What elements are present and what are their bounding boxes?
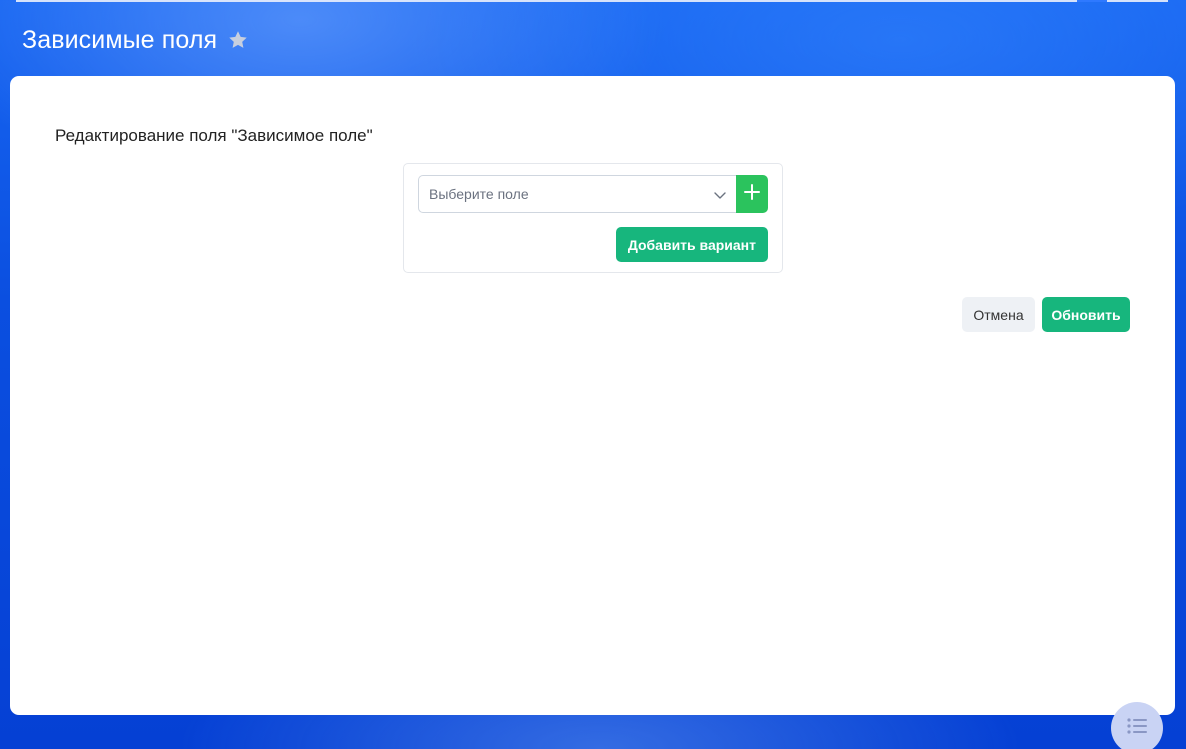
- top-progress-bar: [16, 0, 1168, 2]
- star-icon[interactable]: [227, 29, 249, 51]
- plus-icon: [743, 183, 761, 206]
- variant-box: Выберите поле Добавить вариант: [403, 163, 783, 273]
- floating-menu-button[interactable]: [1111, 702, 1163, 749]
- update-button[interactable]: Обновить: [1042, 297, 1130, 332]
- form-title: Редактирование поля "Зависимое поле": [55, 126, 373, 145]
- page-title: Зависимые поля: [22, 25, 218, 54]
- list-icon: [1126, 717, 1148, 740]
- cancel-button[interactable]: Отмена: [962, 297, 1035, 332]
- field-select[interactable]: Выберите поле: [418, 175, 737, 213]
- page-header: Зависимые поля: [22, 24, 249, 56]
- field-select-placeholder: Выберите поле: [429, 186, 529, 202]
- main-card: Редактирование поля "Зависимое поле" Выб…: [10, 76, 1175, 715]
- add-variant-button[interactable]: Добавить вариант: [615, 227, 768, 262]
- chevron-down-icon: [713, 188, 727, 202]
- top-bar-segment: [1077, 0, 1107, 2]
- add-field-button[interactable]: [736, 175, 768, 213]
